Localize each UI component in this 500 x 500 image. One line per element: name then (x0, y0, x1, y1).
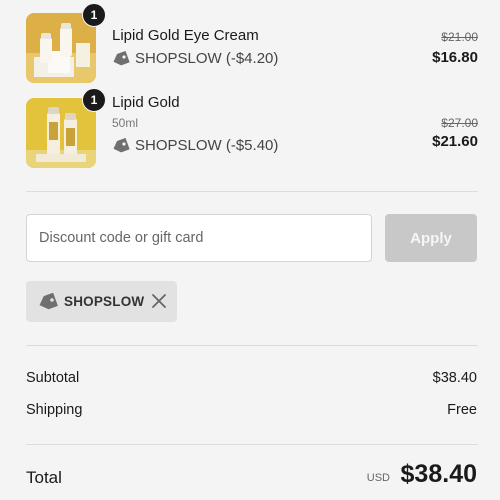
line-item: 1 Lipid Gold 50ml SHOPSLOW (-$5.40) $27.… (26, 88, 478, 168)
product-title: Lipid Gold (112, 94, 180, 111)
line-item: 1 Lipid Gold Eye Cream SHOPSLOW (-$4.20)… (26, 3, 478, 83)
quantity-badge: 1 (82, 3, 106, 27)
subtotal-label: Subtotal (26, 370, 80, 386)
product-thumbnail: 1 (26, 3, 106, 83)
total-value: $38.40 (400, 460, 477, 488)
tag-icon (113, 137, 130, 152)
product-variant: 50ml (112, 116, 139, 130)
total-label: Total (26, 468, 62, 487)
subtotal-value: $38.40 (432, 370, 477, 386)
shipping-value: Free (447, 402, 477, 418)
close-icon[interactable] (151, 293, 167, 309)
apply-button[interactable]: Apply (385, 214, 477, 262)
divider (26, 345, 478, 346)
original-price: $21.00 (441, 30, 478, 44)
discount-label: SHOPSLOW (-$5.40) (135, 137, 279, 154)
product-thumbnail: 1 (26, 88, 106, 168)
divider (26, 191, 478, 192)
tag-icon (39, 292, 58, 309)
shipping-label: Shipping (26, 402, 83, 418)
item-discount: SHOPSLOW (-$5.40) (112, 137, 278, 154)
total-currency: USD (366, 472, 390, 484)
tag-icon (113, 50, 130, 65)
product-title: Lipid Gold Eye Cream (112, 27, 259, 44)
applied-code-label: SHOPSLOW (64, 294, 145, 309)
discounted-price: $21.60 (432, 133, 478, 150)
discounted-price: $16.80 (432, 49, 478, 66)
divider (26, 444, 478, 445)
discount-code-input[interactable] (26, 214, 372, 262)
item-discount: SHOPSLOW (-$4.20) (112, 50, 278, 67)
quantity-badge: 1 (82, 88, 106, 112)
applied-discount-chip: SHOPSLOW (26, 281, 177, 322)
original-price: $27.00 (441, 116, 478, 130)
discount-label: SHOPSLOW (-$4.20) (135, 50, 279, 67)
